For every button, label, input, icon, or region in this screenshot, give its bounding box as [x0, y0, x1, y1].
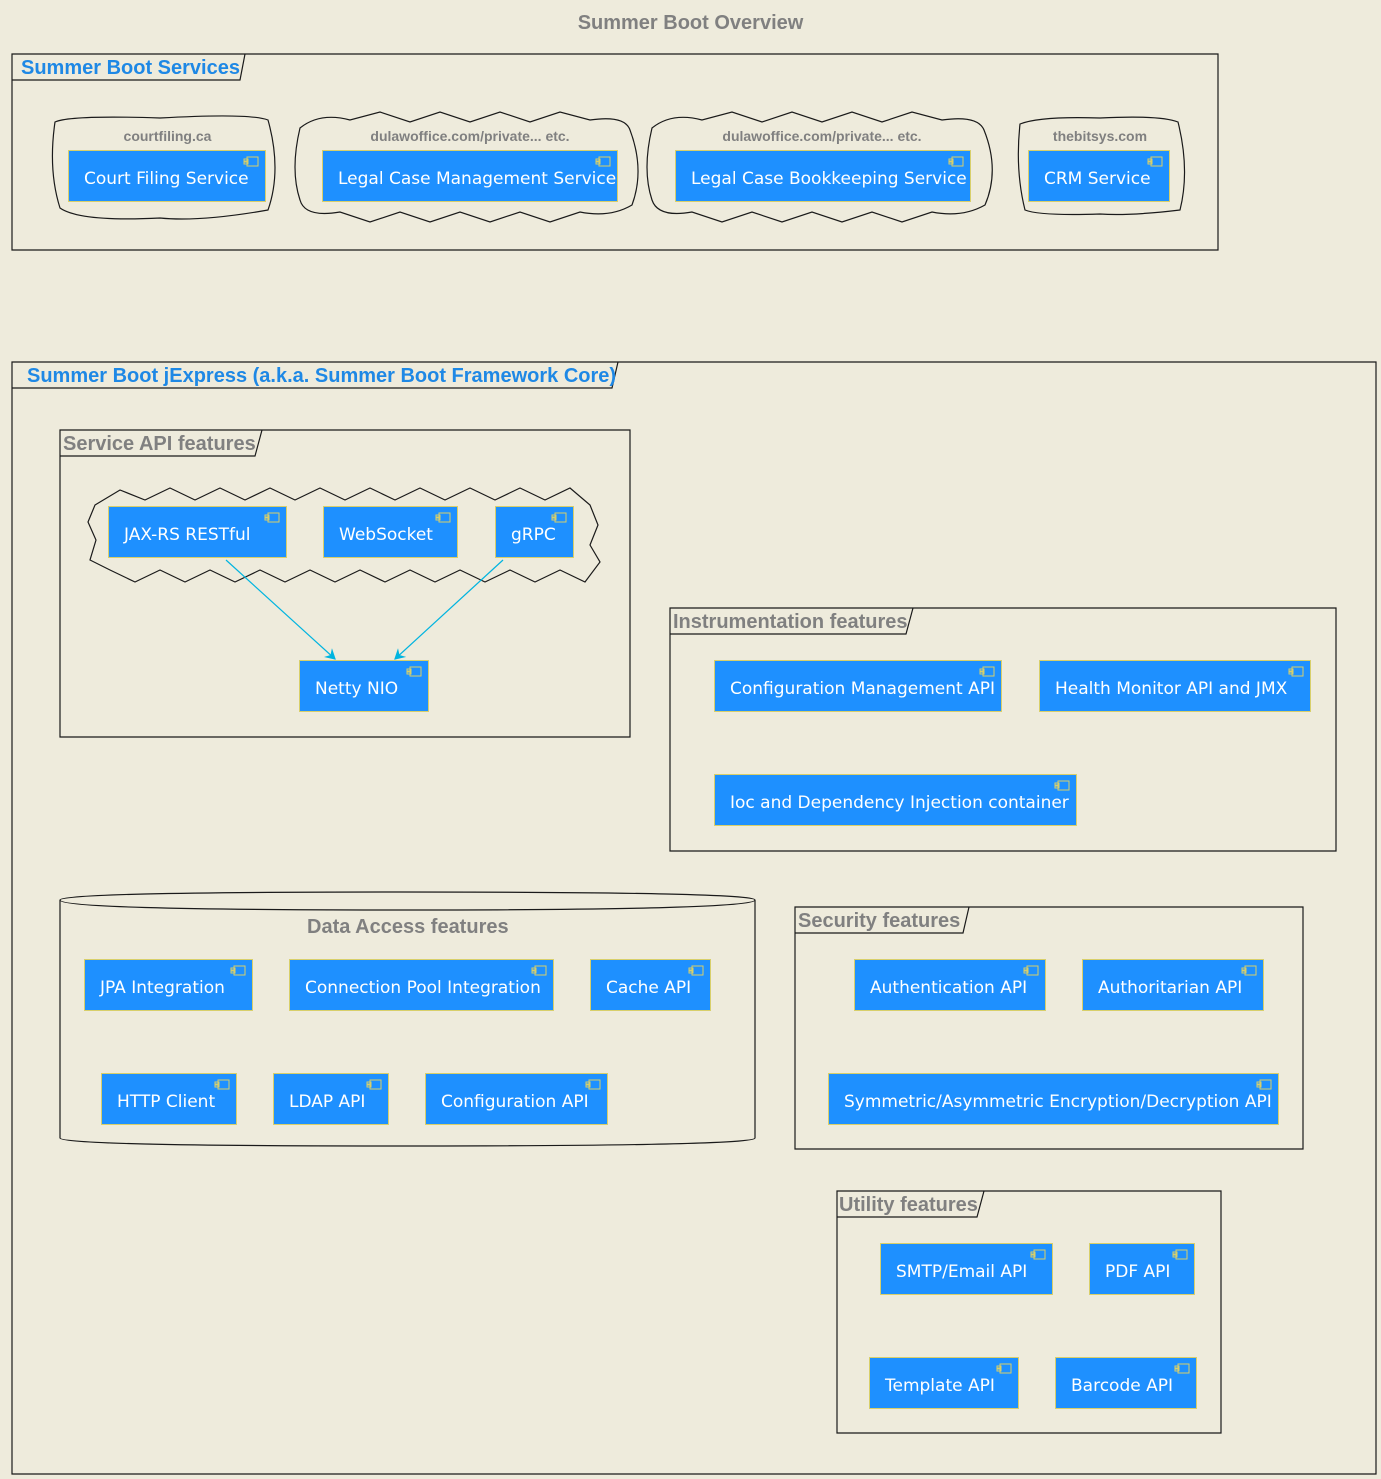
component-icon — [1023, 965, 1039, 976]
component-jpa-integration[interactable]: JPA Integration — [84, 959, 253, 1011]
component-label: gRPC — [511, 525, 556, 545]
cloud-label-courtfiling: courtfiling.ca — [123, 128, 212, 144]
component-label: JAX-RS RESTful — [124, 525, 251, 545]
component-jax-rs-restful[interactable]: JAX-RS RESTful — [108, 506, 287, 558]
component-pdf-api[interactable]: PDF API — [1089, 1243, 1195, 1295]
component-label: Connection Pool Integration — [305, 978, 541, 998]
component-label: PDF API — [1105, 1262, 1171, 1282]
core-package-label: Summer Boot jExpress (a.k.a. Summer Boot… — [27, 365, 617, 387]
component-configuration-api[interactable]: Configuration API — [425, 1073, 608, 1125]
cloud-label-dulaw-2: dulawoffice.com/private... etc. — [722, 128, 922, 144]
component-label: Cache API — [606, 978, 692, 998]
component-authentication-api[interactable]: Authentication API — [854, 959, 1046, 1011]
security-label: Security features — [798, 910, 961, 932]
component-http-client[interactable]: HTTP Client — [101, 1073, 237, 1125]
component-label: JPA Integration — [100, 978, 225, 998]
component-connection-pool-integration[interactable]: Connection Pool Integration — [289, 959, 554, 1011]
component-grpc[interactable]: gRPC — [495, 506, 574, 558]
component-template-api[interactable]: Template API — [869, 1357, 1019, 1409]
component-icon — [214, 1079, 230, 1090]
component-configuration-management-api[interactable]: Configuration Management API — [714, 660, 1002, 712]
component-ldap-api[interactable]: LDAP API — [273, 1073, 389, 1125]
component-icon — [366, 1079, 382, 1090]
component-label: Barcode API — [1071, 1376, 1173, 1396]
component-court-filing-service[interactable]: Court Filing Service — [68, 150, 266, 202]
data-access-rim — [59, 899, 756, 911]
component-label: Template API — [885, 1376, 995, 1396]
component-label: Authentication API — [870, 978, 1028, 998]
component-label: Symmetric/Asymmetric Encryption/Decrypti… — [844, 1092, 1272, 1112]
component-icon — [230, 965, 246, 976]
component-icon — [979, 666, 995, 677]
component-icon — [435, 512, 451, 523]
component-barcode-api[interactable]: Barcode API — [1055, 1357, 1197, 1409]
component-icon — [1174, 1363, 1190, 1374]
cloud-label-thebitsys: thebitsys.com — [1052, 128, 1148, 144]
component-label: CRM Service — [1044, 169, 1151, 189]
component-cache-api[interactable]: Cache API — [590, 959, 711, 1011]
component-icon — [688, 965, 704, 976]
component-ioc-di-container[interactable]: Ioc and Dependency Injection container — [714, 774, 1077, 826]
component-icon — [1147, 156, 1163, 167]
component-icon — [264, 512, 280, 523]
component-websocket[interactable]: WebSocket — [323, 506, 458, 558]
component-icon — [595, 156, 611, 167]
component-label: Health Monitor API and JMX — [1055, 679, 1288, 699]
component-icon — [1172, 1249, 1188, 1260]
component-icon — [243, 156, 259, 167]
diagram-title: Summer Boot Overview — [577, 12, 804, 34]
services-package-label: Summer Boot Services — [21, 57, 240, 79]
edge-jaxrs-netty — [225, 559, 336, 660]
component-legal-case-management-service[interactable]: Legal Case Management Service — [322, 150, 618, 202]
service-api-label: Service API features — [63, 433, 256, 455]
component-label: WebSocket — [339, 525, 433, 545]
component-icon — [1241, 965, 1257, 976]
component-icon — [996, 1363, 1012, 1374]
utility-label: Utility features — [839, 1194, 978, 1216]
component-netty-nio[interactable]: Netty NIO — [299, 660, 429, 712]
component-label: Legal Case Bookkeeping Service — [691, 169, 967, 189]
component-icon — [1288, 666, 1304, 677]
component-label: SMTP/Email API — [896, 1262, 1028, 1282]
component-label: Configuration API — [441, 1092, 589, 1112]
component-label: Netty NIO — [315, 679, 399, 699]
component-icon — [948, 156, 964, 167]
component-crm-service[interactable]: CRM Service — [1028, 150, 1170, 202]
component-icon — [531, 965, 547, 976]
instrumentation-label: Instrumentation features — [673, 611, 908, 633]
cloud-label-dulaw-1: dulawoffice.com/private... etc. — [370, 128, 570, 144]
component-health-monitor-api-and-jmx[interactable]: Health Monitor API and JMX — [1039, 660, 1311, 712]
component-label: Ioc and Dependency Injection container — [730, 793, 1069, 813]
component-legal-case-bookkeeping-service[interactable]: Legal Case Bookkeeping Service — [675, 150, 971, 202]
component-label: Court Filing Service — [84, 169, 249, 189]
component-encryption-decryption-api[interactable]: Symmetric/Asymmetric Encryption/Decrypti… — [828, 1073, 1279, 1125]
component-icon — [551, 512, 567, 523]
component-label: Configuration Management API — [730, 679, 995, 699]
component-icon — [406, 666, 422, 677]
component-label: LDAP API — [289, 1092, 366, 1112]
component-authoritarian-api[interactable]: Authoritarian API — [1082, 959, 1264, 1011]
component-label: Legal Case Management Service — [338, 169, 617, 189]
data-access-label: Data Access features — [307, 916, 509, 938]
component-label: HTTP Client — [117, 1092, 216, 1112]
component-icon — [1030, 1249, 1046, 1260]
component-icon — [585, 1079, 601, 1090]
component-icon — [1256, 1079, 1272, 1090]
component-icon — [1054, 780, 1070, 791]
component-smtp-email-api[interactable]: SMTP/Email API — [880, 1243, 1053, 1295]
component-label: Authoritarian API — [1098, 978, 1243, 998]
